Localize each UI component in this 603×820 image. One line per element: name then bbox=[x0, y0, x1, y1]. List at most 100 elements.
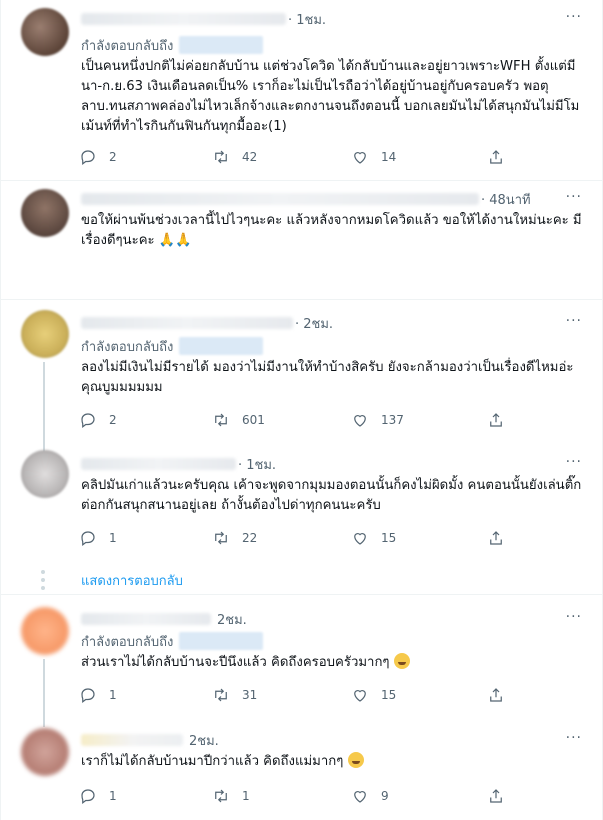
share-icon bbox=[490, 150, 502, 164]
tweet-actions: 1 22 15 bbox=[79, 528, 509, 548]
avatar[interactable] bbox=[21, 8, 69, 56]
like-count: 14 bbox=[381, 150, 397, 164]
avatar[interactable] bbox=[21, 728, 69, 776]
retweet-button[interactable]: 601 bbox=[212, 410, 265, 430]
retweet-button[interactable]: 42 bbox=[212, 147, 257, 167]
like-icon bbox=[354, 152, 366, 164]
retweet-icon bbox=[215, 531, 227, 545]
more-icon[interactable]: ··· bbox=[566, 189, 582, 205]
reply-icon bbox=[81, 789, 95, 804]
reply-icon bbox=[81, 150, 95, 165]
reply-button[interactable]: 1 bbox=[79, 528, 117, 548]
retweet-button[interactable]: 22 bbox=[212, 528, 257, 548]
like-count: 9 bbox=[381, 789, 389, 803]
tweet-actions: 2 42 14 bbox=[79, 147, 509, 167]
share-button[interactable] bbox=[487, 410, 517, 430]
thread-connector bbox=[43, 659, 45, 727]
retweet-button[interactable]: 1 bbox=[212, 786, 250, 806]
thread-dots bbox=[41, 570, 45, 594]
tweet-header: · 2ชม. ··· bbox=[81, 313, 582, 333]
tweet[interactable]: · 1ชม. ··· คลิปมันเก่าแล้วนะครับคุณ เค้า… bbox=[1, 440, 602, 594]
tweet[interactable]: · 1ชม. ··· กำลังตอบกลับถึง เป็นคนหนึ่งปก… bbox=[1, 0, 602, 180]
share-button[interactable] bbox=[487, 786, 517, 806]
timestamp[interactable]: 2ชม. bbox=[189, 730, 219, 751]
more-icon[interactable]: ··· bbox=[566, 313, 582, 329]
tweet-text-content: ส่วนเราไม่ได้กลับบ้านจะปีนึงแล้ว คิดถึงค… bbox=[81, 655, 390, 670]
timestamp[interactable]: · 48นาที bbox=[481, 189, 531, 210]
retweet-count: 22 bbox=[242, 531, 258, 545]
replying-to-label: กำลังตอบกลับถึง bbox=[81, 634, 174, 650]
reply-handle-redacted[interactable] bbox=[179, 632, 264, 650]
tweet[interactable]: · 2ชม. ··· กำลังตอบกลับถึง ลองไม่มีเงินไ… bbox=[1, 300, 602, 458]
author-name-redacted[interactable] bbox=[81, 317, 293, 329]
tweet[interactable]: 2ชม. ··· กำลังตอบกลับถึง ส่วนเราไม่ได้กล… bbox=[1, 595, 602, 727]
timestamp[interactable]: · 1ชม. bbox=[288, 9, 326, 30]
share-icon bbox=[490, 688, 502, 702]
tweet-header: · 1ชม. ··· bbox=[81, 454, 582, 474]
author-name-redacted[interactable] bbox=[81, 193, 479, 205]
reply-count: 1 bbox=[109, 688, 117, 702]
share-button[interactable] bbox=[487, 528, 517, 548]
author-name-redacted[interactable] bbox=[81, 734, 183, 746]
author-name-redacted[interactable] bbox=[81, 458, 236, 470]
tweet-header: 2ชม. ··· bbox=[81, 730, 582, 750]
avatar[interactable] bbox=[21, 310, 69, 358]
more-icon[interactable]: ··· bbox=[566, 609, 582, 625]
reply-handle-redacted[interactable] bbox=[179, 337, 264, 355]
reply-feed: · 1ชม. ··· กำลังตอบกลับถึง เป็นคนหนึ่งปก… bbox=[0, 0, 603, 820]
retweet-icon bbox=[215, 789, 227, 803]
retweet-count: 601 bbox=[242, 413, 265, 427]
like-button[interactable]: 14 bbox=[351, 147, 396, 167]
retweet-icon bbox=[215, 150, 227, 164]
tweet-text: ส่วนเราไม่ได้กลับบ้านจะปีนึงแล้ว คิดถึงค… bbox=[81, 653, 586, 673]
like-icon bbox=[354, 533, 366, 545]
retweet-button[interactable]: 31 bbox=[212, 685, 257, 705]
reply-icon bbox=[81, 413, 95, 428]
retweet-icon bbox=[215, 688, 227, 702]
like-count: 15 bbox=[381, 531, 397, 545]
like-button[interactable]: 15 bbox=[351, 685, 396, 705]
reply-icon bbox=[81, 531, 95, 546]
avatar[interactable] bbox=[21, 189, 69, 237]
like-icon bbox=[354, 791, 366, 803]
timestamp[interactable]: 2ชม. bbox=[217, 609, 247, 630]
tweet[interactable]: · 48นาที ··· ขอให้ผ่านพ้นช่วงเวลานี้ไปไว… bbox=[1, 181, 602, 299]
reply-button[interactable]: 2 bbox=[79, 410, 117, 430]
like-button[interactable]: 15 bbox=[351, 528, 396, 548]
tweet-actions: 1 1 9 bbox=[79, 786, 509, 806]
tweet[interactable]: 2ชม. ··· เราก็ไม่ได้กลับบ้านมาปีกว่าแล้ว… bbox=[1, 722, 602, 820]
show-replies-link[interactable]: แสดงการตอบกลับ bbox=[81, 570, 183, 591]
reply-button[interactable]: 2 bbox=[79, 147, 117, 167]
reply-button[interactable]: 1 bbox=[79, 786, 117, 806]
tweet-text: เป็นคนหนึ่งปกติไม่ค่อยกลับบ้าน แต่ช่วงโค… bbox=[81, 59, 580, 134]
share-icon bbox=[490, 413, 502, 427]
like-icon bbox=[354, 415, 366, 427]
reply-icon bbox=[81, 688, 95, 703]
reply-count: 1 bbox=[109, 789, 117, 803]
retweet-count: 42 bbox=[242, 150, 258, 164]
tweet-text: คลิปมันเก่าแล้วนะครับคุณ เค้าจะพูดจากมุม… bbox=[81, 478, 582, 513]
author-name-redacted[interactable] bbox=[81, 613, 211, 625]
like-count: 137 bbox=[381, 413, 404, 427]
avatar[interactable] bbox=[21, 607, 69, 655]
tweet-header: · 48นาที ··· bbox=[81, 189, 582, 209]
timestamp[interactable]: · 1ชม. bbox=[238, 454, 276, 475]
timestamp[interactable]: · 2ชม. bbox=[295, 313, 333, 334]
more-icon[interactable]: ··· bbox=[566, 730, 582, 746]
reply-button[interactable]: 1 bbox=[79, 685, 117, 705]
like-button[interactable]: 9 bbox=[351, 786, 389, 806]
retweet-count: 1 bbox=[242, 789, 250, 803]
more-icon[interactable]: ··· bbox=[566, 9, 582, 25]
reply-handle-redacted[interactable] bbox=[179, 36, 264, 54]
like-button[interactable]: 137 bbox=[351, 410, 404, 430]
share-button[interactable] bbox=[487, 147, 517, 167]
replying-to: กำลังตอบกลับถึง bbox=[81, 336, 264, 356]
author-name-redacted[interactable] bbox=[81, 13, 286, 25]
share-icon bbox=[490, 531, 502, 545]
tweet-text: เราก็ไม่ได้กลับบ้านมาปีกว่าแล้ว คิดถึงแม… bbox=[81, 752, 586, 772]
more-icon[interactable]: ··· bbox=[566, 454, 582, 470]
share-button[interactable] bbox=[487, 685, 517, 705]
avatar[interactable] bbox=[21, 450, 69, 498]
like-count: 15 bbox=[381, 688, 397, 702]
reply-count: 2 bbox=[109, 413, 117, 427]
